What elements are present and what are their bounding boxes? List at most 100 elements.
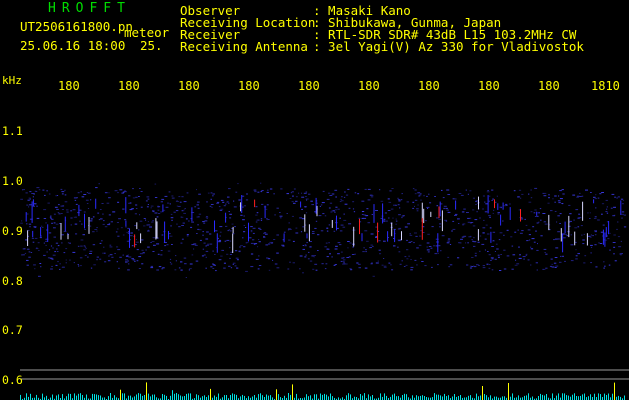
noise-speckle xyxy=(164,195,168,197)
noise-speckle xyxy=(308,193,311,195)
noise-speckle xyxy=(570,234,572,236)
noise-speckle xyxy=(209,205,212,207)
noise-speckle xyxy=(229,217,232,219)
noise-speckle xyxy=(409,233,411,235)
meteor-echo xyxy=(602,229,604,245)
noise-speckle xyxy=(59,263,61,265)
noise-speckle xyxy=(518,189,522,191)
noise-speckle xyxy=(579,192,581,194)
noise-speckle xyxy=(608,264,611,266)
noise-speckle xyxy=(309,260,313,262)
noise-speckle xyxy=(352,208,355,210)
spectrum-bar xyxy=(490,395,491,400)
noise-speckle xyxy=(143,225,146,227)
noise-speckle xyxy=(488,200,490,202)
noise-speckle xyxy=(510,236,513,238)
noise-speckle xyxy=(345,194,349,196)
noise-speckle xyxy=(585,189,588,191)
spectrum-bar xyxy=(166,395,167,400)
noise-speckle xyxy=(441,235,445,237)
spectrum-bar xyxy=(232,393,233,400)
noise-speckle xyxy=(103,220,105,222)
noise-speckle xyxy=(188,269,190,271)
noise-speckle xyxy=(621,211,625,213)
noise-speckle xyxy=(134,225,137,227)
noise-speckle xyxy=(559,223,561,224)
noise-speckle xyxy=(128,263,130,265)
spectrum-bar xyxy=(418,396,419,400)
noise-speckle xyxy=(125,226,127,228)
spectrum-bar xyxy=(386,395,387,400)
noise-speckle xyxy=(379,189,381,191)
noise-speckle xyxy=(399,207,401,209)
noise-speckle xyxy=(64,201,68,203)
spectrum-bar xyxy=(618,395,619,400)
noise-speckle xyxy=(543,248,547,250)
meteor-echo xyxy=(335,217,337,223)
noise-speckle xyxy=(523,258,525,260)
meteor-echo xyxy=(308,224,310,242)
noise-speckle xyxy=(339,217,341,219)
spectrum-bar xyxy=(144,395,145,400)
noise-speckle xyxy=(328,207,331,209)
noise-speckle xyxy=(352,246,354,248)
noise-speckle xyxy=(104,252,106,254)
noise-speckle xyxy=(446,209,449,211)
noise-speckle xyxy=(383,240,386,242)
noise-speckle xyxy=(395,223,397,225)
noise-speckle xyxy=(218,240,222,242)
noise-speckle xyxy=(48,232,52,234)
noise-speckle xyxy=(343,262,345,264)
spectrum-bar xyxy=(134,396,135,400)
spectrum-bar xyxy=(370,396,371,400)
noise-speckle xyxy=(557,215,560,217)
meteor-echo xyxy=(254,199,256,208)
noise-speckle xyxy=(381,264,384,266)
noise-speckle xyxy=(597,197,600,199)
noise-speckle xyxy=(150,265,153,267)
noise-speckle xyxy=(467,221,471,223)
noise-speckle xyxy=(43,218,47,219)
noise-speckle xyxy=(307,258,310,260)
noise-speckle xyxy=(283,231,286,233)
noise-speckle xyxy=(454,213,458,215)
noise-speckle xyxy=(53,236,56,238)
noise-speckle xyxy=(503,249,506,251)
noise-speckle xyxy=(189,268,192,270)
noise-speckle xyxy=(169,203,171,205)
meteor-echo xyxy=(439,201,441,217)
noise-speckle xyxy=(595,266,598,268)
noise-speckle xyxy=(263,236,266,238)
noise-speckle xyxy=(322,213,325,215)
spectrum-bar xyxy=(172,390,173,400)
spectrum-bar xyxy=(436,394,437,400)
noise-speckle xyxy=(267,189,269,191)
spectrum-bar xyxy=(68,393,69,400)
noise-speckle xyxy=(257,191,260,193)
noise-speckle xyxy=(243,225,246,226)
noise-speckle xyxy=(97,212,100,214)
noise-speckle xyxy=(462,224,465,226)
noise-speckle xyxy=(417,192,421,194)
noise-speckle xyxy=(65,259,67,261)
noise-speckle xyxy=(114,190,118,192)
noise-speckle xyxy=(147,221,149,223)
noise-speckle xyxy=(83,211,86,213)
spectrum-bar xyxy=(248,396,249,400)
noise-speckle xyxy=(258,255,260,257)
noise-speckle xyxy=(210,198,212,200)
noise-speckle xyxy=(332,210,335,212)
noise-speckle xyxy=(206,201,208,203)
noise-speckle xyxy=(26,223,28,225)
noise-speckle xyxy=(618,246,622,248)
noise-speckle xyxy=(304,244,307,246)
noise-speckle xyxy=(212,195,214,197)
noise-speckle xyxy=(581,234,583,236)
noise-speckle xyxy=(397,199,400,201)
noise-speckle xyxy=(117,192,119,194)
noise-speckle xyxy=(181,196,184,198)
noise-speckle xyxy=(136,249,139,251)
noise-speckle xyxy=(57,251,59,252)
noise-speckle xyxy=(45,222,47,224)
meteor-echo xyxy=(306,233,308,239)
